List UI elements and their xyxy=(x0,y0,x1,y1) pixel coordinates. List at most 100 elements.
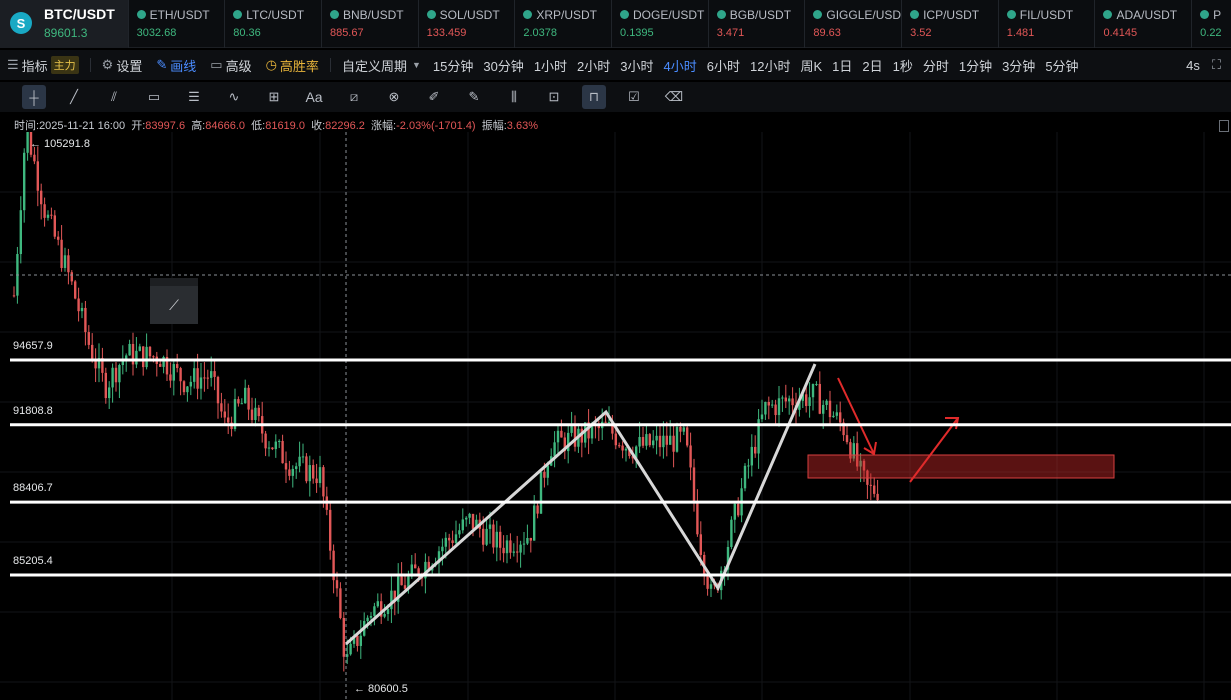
period-tab[interactable]: 周K xyxy=(795,56,827,75)
candle-body xyxy=(46,214,50,218)
drawing-float-button[interactable]: ⟋ xyxy=(150,278,198,324)
parallel-lines-icon[interactable]: ⫽ xyxy=(102,85,126,109)
ticker-item[interactable]: DOGE/USDT 0.1395 xyxy=(611,0,708,48)
candle-body xyxy=(573,426,577,447)
ticker-item[interactable]: SOL/USDT 133.459 xyxy=(417,0,515,48)
candle-body xyxy=(869,484,872,486)
period-tab[interactable]: 2小时 xyxy=(572,56,615,75)
text-icon[interactable]: Aa xyxy=(302,85,326,109)
ticker-item[interactable]: S BTC/USDT 89601.3 xyxy=(0,0,128,48)
ticker-item[interactable]: BNB/USDT 885.67 xyxy=(320,0,418,48)
coin-dot-icon xyxy=(910,10,920,19)
candle-body xyxy=(386,609,390,614)
candle-body xyxy=(305,456,308,482)
coin-dot-icon xyxy=(426,10,436,19)
candle-body xyxy=(162,356,165,367)
candle-body xyxy=(267,447,271,449)
rectangle-icon[interactable]: ▭ xyxy=(142,85,166,109)
period-tab[interactable]: 1秒 xyxy=(888,56,918,75)
winrate-button[interactable]: ◷ 高胜率 xyxy=(259,56,326,75)
candle-body xyxy=(621,445,624,451)
candle-body xyxy=(159,363,162,367)
candle-body xyxy=(492,524,495,548)
candle-body xyxy=(257,407,260,417)
period-tab[interactable]: 4小时 xyxy=(659,56,702,75)
period-tab[interactable]: 2日 xyxy=(857,56,887,75)
fibonacci-icon[interactable]: ⧄ xyxy=(342,85,366,109)
ticker-item[interactable]: FIL/USDT 1.481 xyxy=(997,0,1095,48)
ticker-item[interactable]: ADA/USDT 0.4145 xyxy=(1094,0,1191,48)
ticker-price: 89601.3 xyxy=(44,26,88,40)
pattern-icon[interactable]: ⊗ xyxy=(382,85,406,109)
candle-body xyxy=(80,307,84,312)
period-tab[interactable]: 1分钟 xyxy=(954,56,997,75)
candle-body xyxy=(369,615,373,618)
trendline-icon[interactable]: ╱ xyxy=(62,85,86,109)
coin-dot-icon xyxy=(620,10,630,19)
settings-button[interactable]: ⚙ 设置 xyxy=(95,56,150,75)
ticker-symbol: FIL/USDT xyxy=(1019,8,1074,22)
ticker-item[interactable]: ICP/USDT 3.52 xyxy=(901,0,998,48)
candle-body xyxy=(839,412,842,423)
lock-icon[interactable]: ⊡ xyxy=(542,85,566,109)
period-tab[interactable]: 15分钟 xyxy=(428,56,478,75)
ticker-item[interactable]: P 0.22 xyxy=(1191,0,1231,48)
edit-icon[interactable]: ☑ xyxy=(622,85,646,109)
period-tab[interactable]: 12小时 xyxy=(745,56,795,75)
trash-icon[interactable]: ⌫ xyxy=(662,85,686,109)
candle-body xyxy=(298,456,301,467)
measure-icon[interactable]: ⊞ xyxy=(262,85,286,109)
period-tab[interactable]: 1小时 xyxy=(529,56,572,75)
period-tab[interactable]: 5分钟 xyxy=(1040,56,1083,75)
candle-body xyxy=(519,544,522,553)
candle-body xyxy=(193,368,196,382)
candles-icon[interactable]: ⫼ xyxy=(502,85,526,109)
candle-body xyxy=(240,403,243,405)
candle-body xyxy=(50,214,53,216)
candle-body xyxy=(689,445,692,468)
candle-body xyxy=(152,356,155,358)
bookmark-icon[interactable]: ⊓ xyxy=(582,85,606,109)
candle-body xyxy=(36,161,39,191)
period-tab[interactable]: 3分钟 xyxy=(997,56,1040,75)
period-tab[interactable]: 分时 xyxy=(918,56,954,75)
candle-body xyxy=(662,435,665,448)
brush-icon[interactable]: ✎ xyxy=(462,85,486,109)
candle-body xyxy=(12,295,16,297)
candle-body xyxy=(74,281,77,299)
advanced-button[interactable]: ▭ 高级 xyxy=(203,56,258,75)
horizontal-lines-icon[interactable]: ☰ xyxy=(182,85,206,109)
coin-dot-icon xyxy=(1103,10,1113,19)
ticker-item[interactable]: LTC/USDT 80.36 xyxy=(224,0,321,48)
ticker-item[interactable]: GIGGLE/USDT 89.63 xyxy=(804,0,901,48)
candlestick-chart[interactable]: 94657.991808.888406.785205.4 ← 105291.8 … xyxy=(0,132,1231,700)
period-tab[interactable]: 3小时 xyxy=(615,56,658,75)
refresh-interval[interactable]: 4s xyxy=(1186,58,1200,73)
ticker-price: 80.36 xyxy=(233,27,261,39)
candle-body xyxy=(213,371,216,377)
period-tab[interactable]: 6小时 xyxy=(702,56,745,75)
candle-body xyxy=(781,397,784,399)
ticker-item[interactable]: XRP/USDT 2.0378 xyxy=(514,0,611,48)
ticker-item[interactable]: ETH/USDT 3032.68 xyxy=(127,0,225,48)
period-tab[interactable]: 30分钟 xyxy=(478,56,528,75)
wave-icon[interactable]: ∿ xyxy=(222,85,246,109)
candle-body xyxy=(172,364,175,381)
indicator-button[interactable]: ☰ 指标 主力 xyxy=(0,56,86,75)
ticker-item[interactable]: BGB/USDT 3.471 xyxy=(707,0,805,48)
period-tab[interactable]: 1日 xyxy=(827,56,857,75)
fullscreen-icon[interactable]: ⛶ xyxy=(1212,57,1221,73)
candle-body xyxy=(142,346,145,368)
ruler-icon[interactable]: ✐ xyxy=(422,85,446,109)
candle-body xyxy=(512,551,515,553)
crosshair-icon[interactable]: ┼ xyxy=(22,85,46,109)
candle-body xyxy=(570,426,573,433)
caret-down-icon: ▼ xyxy=(411,60,421,70)
trendline-icon: ⟋ xyxy=(169,296,179,313)
draw-button[interactable]: ✎ 画线 xyxy=(149,56,203,75)
custom-period-dropdown[interactable]: 自定义周期 ▼ xyxy=(335,56,428,75)
ticker-price: 0.22 xyxy=(1200,27,1222,39)
panel-settings-icon[interactable] xyxy=(1219,120,1229,132)
candle-body xyxy=(774,404,777,416)
candle-body xyxy=(638,437,641,447)
